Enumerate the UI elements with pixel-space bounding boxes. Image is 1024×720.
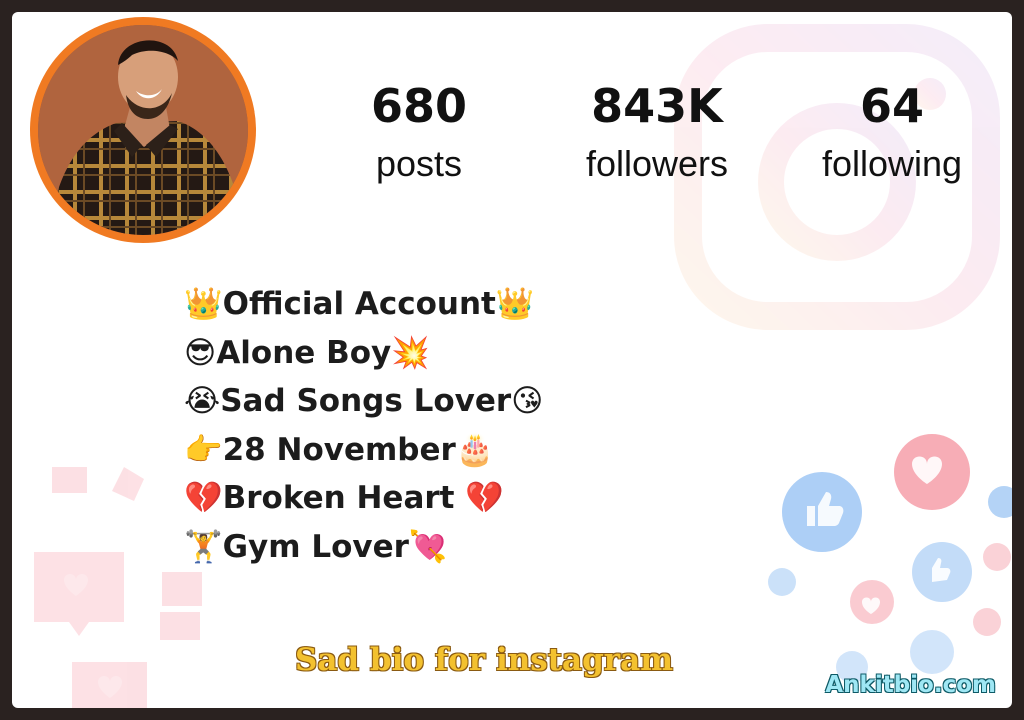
bio-line: 😭Sad Songs Lover😘 [184,383,544,420]
posts-count: 680 [370,79,468,133]
bio-line: 🏋Gym Lover💘 [184,528,448,565]
profile-photo-illustration [38,25,248,235]
posts-label: posts [375,143,463,184]
bio-line: 👉28 November🎂 [184,431,495,468]
avatar-ring[interactable] [30,17,256,243]
followers-label: followers [585,143,729,184]
profile-card: 680 posts 843K followers 64 following 👑O… [12,12,1012,708]
bio-line: 💔Broken Heart 💔 [184,480,504,517]
following-label: following [821,143,963,184]
following-count: 64 [859,79,924,133]
avatar[interactable] [38,25,248,235]
followers-count: 843K [591,79,723,133]
bio: 👑Official Account👑 😎Alone Boy💥 😭Sad Song… [184,280,543,572]
stat-posts[interactable]: 680 posts [324,78,514,188]
bio-line: 😎Alone Boy💥 [184,334,430,371]
bio-line: 👑Official Account👑 [184,286,535,322]
site-watermark: Ankitbio.com [825,672,996,698]
caption: Sad bio for instagram [294,642,674,678]
stat-following[interactable]: 64 following [797,78,987,188]
stat-followers[interactable]: 843K followers [562,78,752,188]
